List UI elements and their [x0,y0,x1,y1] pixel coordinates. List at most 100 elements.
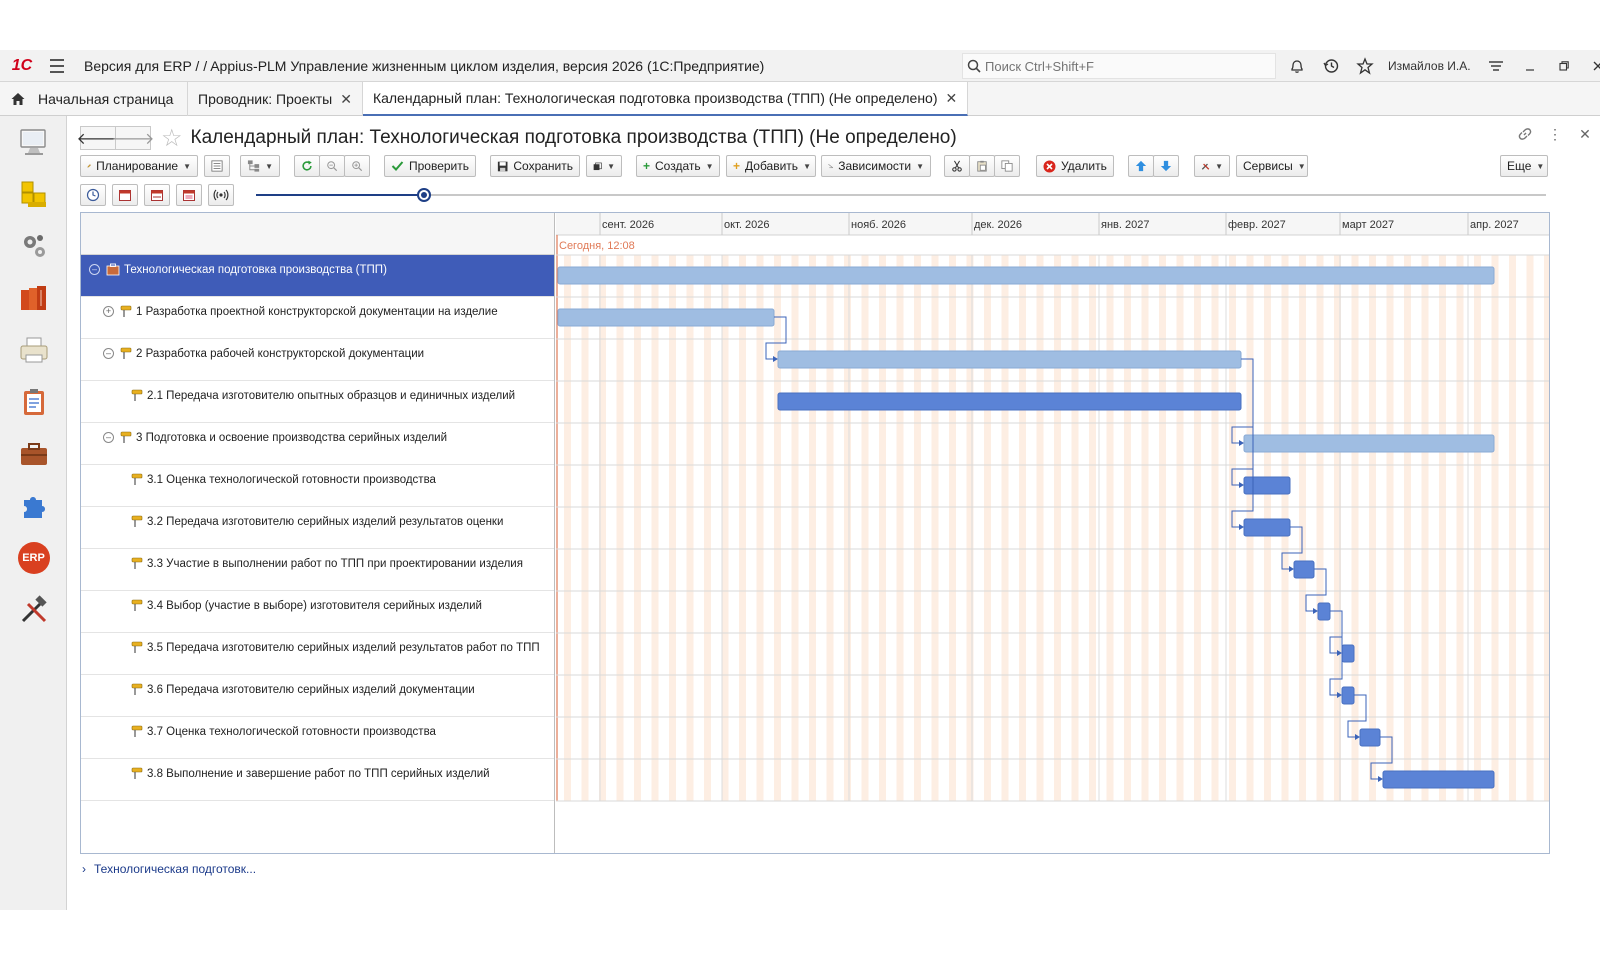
check-button[interactable]: Проверить [384,155,476,177]
favorites-icon[interactable] [1348,50,1382,82]
task-row[interactable]: – Технологическая подготовка производства… [81,255,554,297]
task-bar[interactable] [1341,686,1355,705]
task-bar[interactable] [557,308,775,327]
section-erp[interactable]: ERP [0,532,67,584]
main-menu-icon[interactable] [44,50,70,82]
task-row[interactable]: 3.3 Участие в выполнении работ по ТПП пр… [81,549,554,591]
task-bar[interactable] [1243,434,1495,453]
history-icon[interactable] [1314,50,1348,82]
weekend-stripe [791,255,799,801]
add-button[interactable]: + Добавить ▼ [726,155,816,177]
section-portfolio[interactable] [0,428,67,480]
close-window-icon[interactable] [1581,50,1600,82]
breadcrumb[interactable]: › Технологическая подготовк... [82,862,256,876]
pin-icon [120,347,132,360]
bell-icon[interactable] [1280,50,1314,82]
task-row[interactable]: 3.6 Передача изготовителю серийных издел… [81,675,554,717]
task-row[interactable]: +1 Разработка проектной конструкторской … [81,297,554,339]
arrow-up-icon [1135,160,1147,172]
minimize-icon[interactable] [1513,50,1547,82]
section-tasks[interactable] [0,376,67,428]
task-bar[interactable] [1243,518,1291,537]
paste-button[interactable] [994,155,1020,177]
gantt-canvas[interactable]: сент. 2026 окт. 2026 нояб. 2026 дек. 2026 ян… [556,213,1550,853]
task-row-content: – Технологическая подготовка производства… [89,263,387,276]
move-down-button[interactable] [1153,155,1179,177]
tools-button[interactable]: ▼ [1194,155,1230,177]
section-stock[interactable] [0,168,67,220]
save-all-icon [593,162,602,170]
task-bar[interactable] [777,350,1242,369]
collapse-icon[interactable]: – [103,348,114,359]
app-logo[interactable]: 1С [0,50,44,82]
save-button[interactable]: Сохранить [490,155,580,177]
task-row[interactable]: 3.2 Передача изготовителю серийных издел… [81,507,554,549]
section-documents[interactable] [0,324,67,376]
cut-button[interactable] [944,155,970,177]
section-integration[interactable] [0,480,67,532]
task-bar[interactable] [1341,644,1355,663]
form-view-button[interactable] [204,155,230,177]
task-bar[interactable] [557,266,1495,285]
task-bar[interactable] [1243,476,1291,495]
task-row[interactable]: 3.1 Оценка технологической готовности пр… [81,465,554,507]
task-bar[interactable] [1382,770,1495,789]
delete-button[interactable]: Удалить [1036,155,1114,177]
services-button[interactable]: Сервисы ▼ [1236,155,1308,177]
settings-menu-icon[interactable] [1479,50,1513,82]
task-bar[interactable] [1359,728,1381,747]
close-tab-icon[interactable]: ✕ [946,90,958,107]
task-row[interactable]: 3.5 Передача изготовителю серийных издел… [81,633,554,675]
section-production[interactable] [0,220,67,272]
user-name[interactable]: Измайлов И.А. [1388,59,1471,73]
more-button[interactable]: Еще ▼ [1500,155,1548,177]
tools-icon [21,595,47,623]
more-actions-icon[interactable]: ⋮ [1540,122,1570,146]
forward-button[interactable]: 🡒 [112,126,154,150]
collapse-icon[interactable]: – [89,264,100,275]
scale-weeks-button[interactable] [144,184,170,206]
tab-home[interactable]: Начальная страница [0,82,188,116]
planning-button[interactable]: Планирование ▼ [80,155,198,177]
tab-bar: Начальная страница Проводник: Проекты ✕ … [0,82,1600,116]
zoom-out-button[interactable] [319,155,345,177]
task-bar[interactable] [777,392,1242,411]
task-bar[interactable] [1317,602,1331,621]
scale-months-button[interactable] [176,184,202,206]
collapse-icon[interactable]: – [103,432,114,443]
section-library[interactable] [0,272,67,324]
tab-calendar-plan[interactable]: Календарный план: Технологическая подгот… [362,82,969,116]
save-options-button[interactable]: ▼ [586,155,622,177]
section-desktop[interactable] [0,116,67,168]
restore-icon[interactable] [1547,50,1581,82]
section-admin[interactable] [0,584,67,636]
task-row[interactable]: – 2 Разработка рабочей конструкторской до… [81,339,554,381]
close-form-icon[interactable]: ✕ [1570,122,1600,146]
task-row[interactable]: 2.1 Передача изготовителю опытных образц… [81,381,554,423]
task-row[interactable]: 3.4 Выбор (участие в выборе) изготовител… [81,591,554,633]
refresh-button[interactable] [294,155,320,177]
scale-days-button[interactable] [112,184,138,206]
tab-projects[interactable]: Проводник: Проекты ✕ [188,82,363,116]
close-tab-icon[interactable]: ✕ [340,91,352,108]
task-row[interactable]: 3.8 Выполнение и завершение работ по ТПП… [81,759,554,801]
scale-auto-button[interactable] [208,184,234,206]
search-input[interactable] [985,58,1265,74]
timeline-zoom-slider[interactable] [256,188,1546,202]
slider-handle[interactable] [416,188,431,202]
structure-button[interactable]: ▼ [240,155,280,177]
link-icon[interactable] [1510,122,1540,146]
move-up-button[interactable] [1128,155,1154,177]
task-bar[interactable] [1293,560,1315,579]
expand-icon[interactable]: + [103,306,114,317]
copy-button[interactable] [969,155,995,177]
task-row[interactable]: 3.7 Оценка технологической готовности пр… [81,717,554,759]
create-button[interactable]: + Создать ▼ [636,155,720,177]
task-row[interactable]: – 3 Подготовка и освоение производства се… [81,423,554,465]
weekend-stripe [1544,255,1549,801]
zoom-in-button[interactable] [344,155,370,177]
search-box[interactable] [962,53,1276,79]
scale-hours-button[interactable] [80,184,106,206]
favorite-star-icon[interactable]: ☆ [161,124,183,153]
dependencies-button[interactable]: Зависимости ▼ [821,155,931,177]
